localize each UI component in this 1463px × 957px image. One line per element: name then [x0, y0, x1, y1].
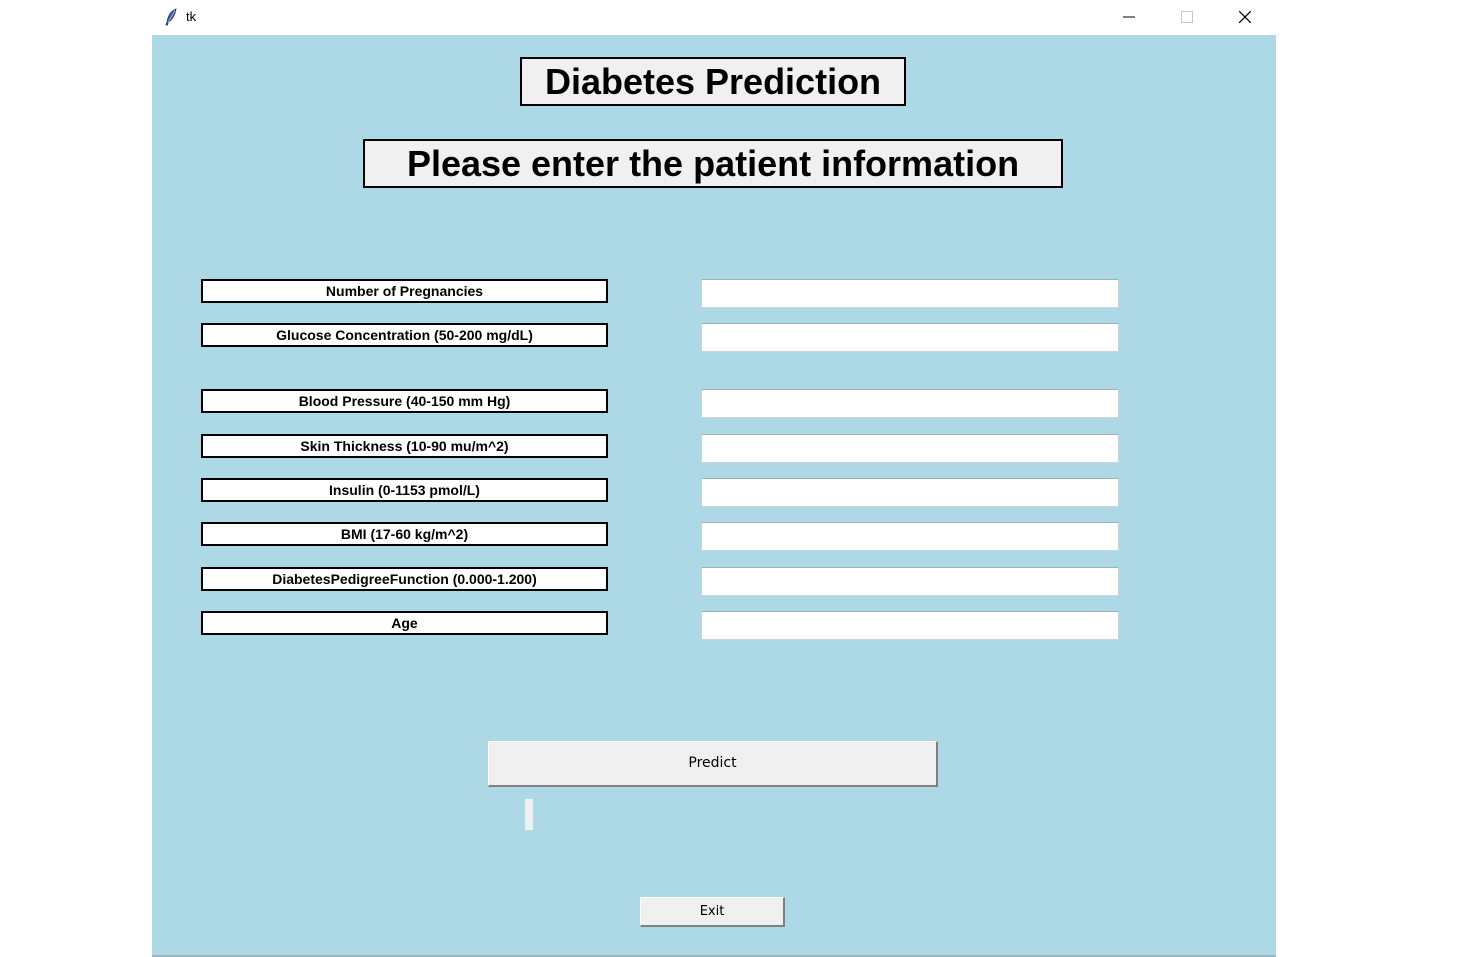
- main-content: Diabetes Prediction Please enter the pat…: [152, 35, 1276, 957]
- feather-icon: [164, 8, 178, 26]
- app-window: tk Diabetes Prediction Please enter the …: [152, 0, 1276, 957]
- exit-button[interactable]: Exit: [640, 897, 785, 927]
- blood-pressure-input[interactable]: [701, 389, 1119, 418]
- insulin-label: Insulin (0-1153 pmol/L): [201, 478, 608, 502]
- age-input[interactable]: [701, 611, 1119, 640]
- maximize-icon: [1181, 11, 1193, 23]
- maximize-button[interactable]: [1158, 0, 1216, 35]
- insulin-input[interactable]: [701, 478, 1119, 507]
- pedigree-function-input[interactable]: [701, 567, 1119, 596]
- bmi-label: BMI (17-60 kg/m^2): [201, 522, 608, 546]
- title-bar[interactable]: tk: [152, 0, 1276, 35]
- minimize-icon: [1123, 16, 1135, 18]
- page-subtitle: Please enter the patient information: [363, 139, 1063, 188]
- prediction-result-label: [525, 799, 533, 830]
- minimize-button[interactable]: [1100, 0, 1158, 35]
- close-icon: [1239, 11, 1251, 23]
- pedigree-function-label: DiabetesPedigreeFunction (0.000-1.200): [201, 567, 608, 591]
- glucose-input[interactable]: [701, 323, 1119, 352]
- age-label: Age: [201, 611, 608, 635]
- skin-thickness-input[interactable]: [701, 434, 1119, 463]
- page-title: Diabetes Prediction: [520, 57, 906, 106]
- window-title: tk: [186, 9, 197, 24]
- bmi-input[interactable]: [701, 522, 1119, 551]
- skin-thickness-label: Skin Thickness (10-90 mu/m^2): [201, 434, 608, 458]
- close-button[interactable]: [1216, 0, 1274, 35]
- glucose-label: Glucose Concentration (50-200 mg/dL): [201, 323, 608, 347]
- blood-pressure-label: Blood Pressure (40-150 mm Hg): [201, 389, 608, 413]
- pregnancies-input[interactable]: [701, 279, 1119, 308]
- predict-button[interactable]: Predict: [488, 741, 938, 787]
- pregnancies-label: Number of Pregnancies: [201, 279, 608, 303]
